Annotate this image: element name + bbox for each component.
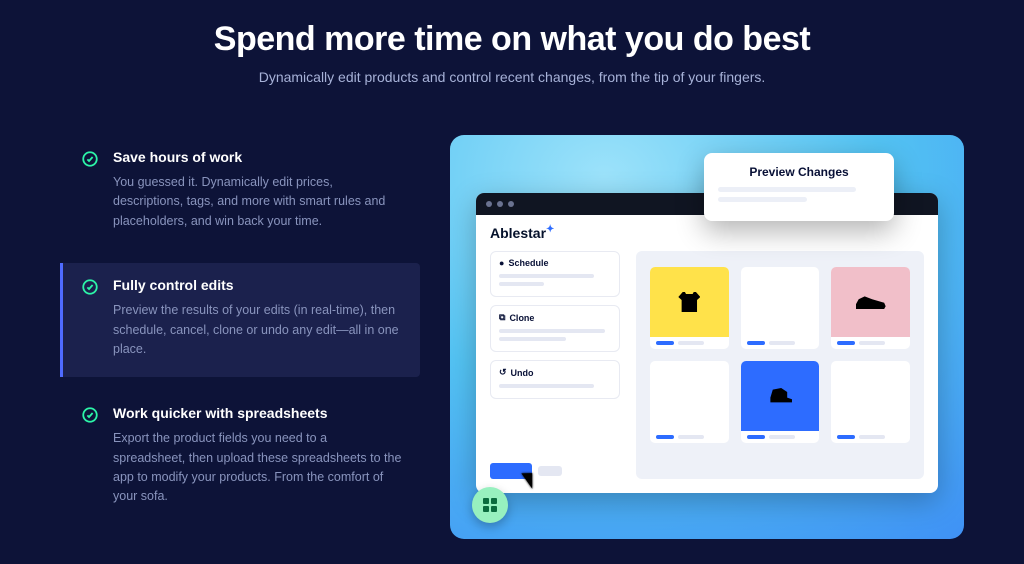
hero-subtitle: Dynamically edit products and control re… [60,69,964,85]
window-dot-icon [486,201,492,207]
placeholder-bar [718,197,807,202]
check-circle-icon [81,405,99,507]
fab-grid-button[interactable] [472,487,508,523]
feature-title: Fully control edits [113,277,402,293]
product-grid [636,251,924,479]
side-item-label: Undo [511,368,534,378]
side-item-undo[interactable]: ↺ Undo [490,360,620,399]
side-item-schedule[interactable]: ● Schedule [490,251,620,297]
window-dot-icon [508,201,514,207]
preview-changes-popover: Preview Changes [704,153,894,221]
empty-thumb [831,361,910,431]
feature-title: Save hours of work [113,149,402,165]
feature-list: Save hours of work You guessed it. Dynam… [60,135,420,539]
window-dot-icon [497,201,503,207]
preview-title: Preview Changes [718,165,880,179]
clone-icon: ⧉ [499,312,505,323]
cap-icon [741,361,820,431]
undo-icon: ↺ [499,367,507,378]
star-icon: ✦ [546,224,554,235]
cursor-icon [521,468,539,489]
illustration-panel: Preview Changes Ablestar✦ ● Schedule [450,135,964,539]
brand-text: Ablestar [490,225,546,241]
dot-icon: ● [499,258,504,268]
product-card[interactable] [741,267,820,349]
feature-spreadsheets[interactable]: Work quicker with spreadsheets Export th… [60,391,420,525]
product-card[interactable] [650,267,729,349]
mock-sidebar: ● Schedule ⧉ Clone ↺ Undo [490,251,620,479]
grid-icon [483,498,497,512]
feature-body: You guessed it. Dynamically edit prices,… [113,173,402,231]
check-circle-icon [81,149,99,231]
side-item-clone[interactable]: ⧉ Clone [490,305,620,352]
product-card[interactable] [831,267,910,349]
feature-body: Export the product fields you need to a … [113,429,402,507]
feature-body: Preview the results of your edits (in re… [113,301,402,359]
mock-browser: Preview Changes Ablestar✦ ●Schedule [476,193,938,493]
mock-secondary-button[interactable] [538,466,562,476]
product-card[interactable] [741,361,820,443]
mock-action-row [490,459,620,479]
empty-thumb [741,267,820,337]
side-item-label: Clone [509,313,534,323]
product-card[interactable] [650,361,729,443]
feature-control-edits[interactable]: Fully control edits Preview the results … [60,263,420,377]
placeholder-bar [718,187,856,192]
mock-primary-button[interactable] [490,463,532,479]
check-circle-icon [81,277,99,359]
feature-title: Work quicker with spreadsheets [113,405,402,421]
side-item-label: Schedule [508,258,548,268]
product-card[interactable] [831,361,910,443]
tshirt-icon [650,267,729,337]
empty-thumb [650,361,729,431]
feature-save-hours[interactable]: Save hours of work You guessed it. Dynam… [60,135,420,249]
shoe-icon [831,267,910,337]
hero-title: Spend more time on what you do best [60,20,964,59]
